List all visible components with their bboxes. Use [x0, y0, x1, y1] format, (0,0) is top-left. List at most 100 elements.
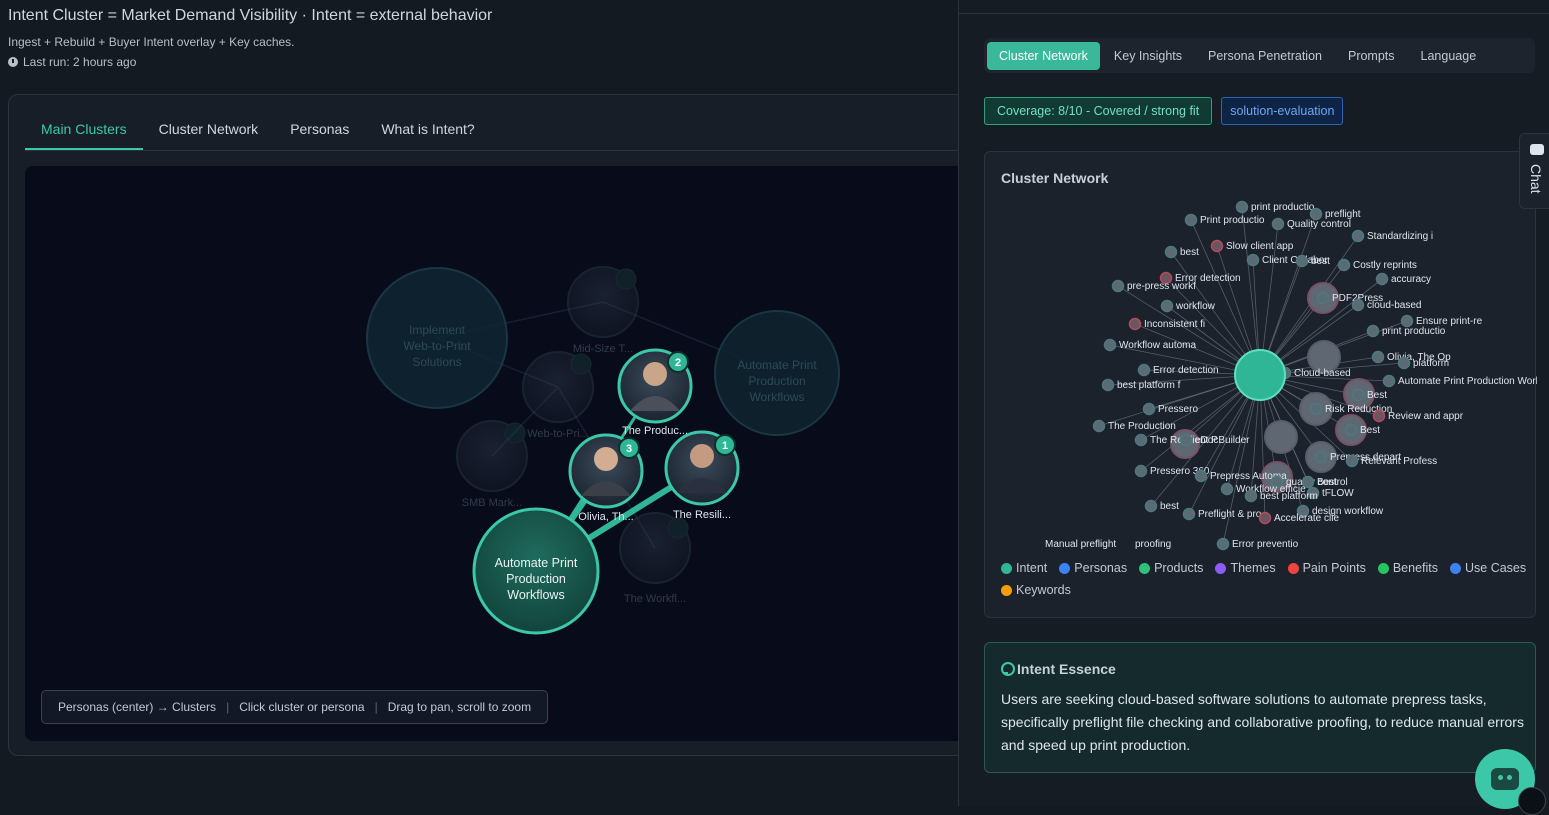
panel-tab-prompts[interactable]: Prompts: [1336, 42, 1407, 70]
network-node[interactable]: [1371, 350, 1385, 364]
network-node[interactable]: [1344, 423, 1358, 437]
legend-dot: [1377, 562, 1389, 574]
network-node[interactable]: [1160, 299, 1174, 313]
network-node[interactable]: [1111, 279, 1125, 293]
network-node[interactable]: [1400, 314, 1414, 328]
network-node-label: proofing: [1135, 539, 1171, 550]
network-node[interactable]: [1372, 409, 1386, 423]
network-node[interactable]: [1184, 213, 1198, 227]
panel-tab-language[interactable]: Language: [1409, 42, 1489, 70]
network-node[interactable]: [1134, 464, 1148, 478]
cluster-visualization[interactable]: Implement Web-to-Print Solutions Automat…: [25, 166, 975, 741]
network-node-label: best platform: [1260, 491, 1318, 502]
legend-item: Benefits: [1377, 561, 1438, 575]
legend-item: Products: [1139, 561, 1203, 575]
network-node-label: best: [1160, 501, 1179, 512]
network-node[interactable]: [1220, 482, 1234, 496]
network-node[interactable]: [1244, 489, 1258, 503]
network-node[interactable]: [1210, 239, 1224, 253]
intent-center-node[interactable]: [1234, 349, 1286, 401]
legend-dot: [1215, 562, 1227, 574]
panel-tabs: Cluster Network Key Insights Persona Pen…: [984, 38, 1535, 73]
svg-text:Production: Production: [748, 374, 805, 388]
page-header: Intent Cluster = Market Demand Visibilit…: [8, 7, 492, 69]
network-node[interactable]: [1092, 419, 1106, 433]
svg-text:Production: Production: [506, 572, 566, 586]
network-node[interactable]: [1182, 507, 1196, 521]
persona-node[interactable]: 2: [617, 348, 693, 424]
svg-text:Web-to-Print: Web-to-Print: [403, 339, 471, 353]
robot-icon: [1491, 768, 1519, 790]
clock-icon: [8, 57, 18, 67]
network-node[interactable]: [1235, 200, 1249, 214]
network-node[interactable]: [1179, 433, 1193, 447]
network-node[interactable]: [1366, 324, 1380, 338]
faded-persona-label: Web-to-Pri...: [527, 428, 589, 440]
network-node[interactable]: [1142, 402, 1156, 416]
legend-item: Personas: [1059, 561, 1127, 575]
faded-cluster[interactable]: Implement Web-to-Print Solutions: [366, 267, 508, 409]
network-node[interactable]: [1144, 499, 1158, 513]
legend-dot: [1001, 584, 1012, 596]
panel-tab-cluster-network[interactable]: Cluster Network: [987, 41, 1100, 70]
network-node[interactable]: [1216, 537, 1230, 551]
network-node-label: print productio: [1382, 326, 1446, 337]
faded-cluster[interactable]: Automate Print Production Workflows: [714, 310, 840, 436]
panel-tab-persona-penetration[interactable]: Persona Penetration: [1196, 42, 1334, 70]
tab-cluster-network[interactable]: Cluster Network: [143, 111, 275, 150]
network-node[interactable]: [1295, 254, 1309, 268]
network-node-label: platform: [1413, 358, 1449, 369]
network-card: Cluster Network print productio preflight…: [984, 151, 1537, 618]
network-node[interactable]: [1382, 374, 1396, 388]
network-node[interactable]: [1128, 317, 1142, 331]
network-graph[interactable]: print productiopreflightPrint productio Q…: [985, 152, 1537, 552]
network-node-label: Best: [1367, 390, 1387, 401]
legend-item: Pain Points: [1287, 561, 1366, 575]
network-node[interactable]: [1134, 433, 1148, 447]
legend-label: Use Cases: [1465, 561, 1527, 575]
legend-label: Benefits: [1392, 561, 1438, 575]
network-node-label: cloud-based: [1367, 300, 1421, 311]
menu-icon[interactable]: [1518, 787, 1546, 815]
network-node[interactable]: [1103, 338, 1117, 352]
network-node[interactable]: [1164, 245, 1178, 259]
network-node[interactable]: [1258, 511, 1272, 525]
detail-panel: Cluster Network Key Insights Persona Pen…: [958, 0, 1549, 806]
tab-main-clusters[interactable]: Main Clusters: [25, 111, 143, 150]
network-node[interactable]: [1101, 378, 1115, 392]
network-node[interactable]: [1316, 291, 1330, 305]
tab-personas[interactable]: Personas: [274, 111, 365, 150]
active-cluster[interactable]: Automate Print Production Workflows: [472, 507, 600, 635]
panel-tab-key-insights[interactable]: Key Insights: [1102, 42, 1194, 70]
network-node[interactable]: [1309, 402, 1323, 416]
cluster-graph[interactable]: Implement Web-to-Print Solutions Automat…: [25, 166, 975, 741]
network-node[interactable]: [1351, 229, 1365, 243]
network-node[interactable]: [1194, 469, 1208, 483]
network-node-label: Review and appr: [1388, 411, 1464, 422]
tab-what-is-intent[interactable]: What is Intent?: [365, 111, 490, 150]
network-node-label: Preflight & pro: [1198, 509, 1262, 520]
network-node[interactable]: [1314, 450, 1328, 464]
network-node[interactable]: [1271, 217, 1285, 231]
network-node[interactable]: [1351, 298, 1365, 312]
chat-tab[interactable]: Chat: [1519, 133, 1549, 209]
svg-text:Workflows: Workflows: [507, 588, 564, 602]
network-node[interactable]: [1337, 258, 1351, 272]
main-tabs: Main Clusters Cluster Network Personas W…: [25, 111, 975, 151]
chat-bubble-icon: [1530, 144, 1544, 155]
network-node-label: Standardizing i: [1367, 231, 1433, 242]
persona-node[interactable]: 1: [664, 430, 740, 506]
network-node[interactable]: [1246, 253, 1260, 267]
network-node[interactable]: [1137, 363, 1151, 377]
network-node-label: best platform f: [1117, 380, 1181, 391]
network-node[interactable]: [1309, 207, 1323, 221]
persona-node[interactable]: 3: [568, 433, 644, 509]
network-node[interactable]: [1375, 272, 1389, 286]
legend-dot: [1001, 562, 1012, 574]
network-node[interactable]: [1351, 388, 1365, 402]
intent-essence-text: Users are seeking cloud-based software s…: [1001, 691, 1524, 753]
network-node[interactable]: [1345, 454, 1359, 468]
network-node[interactable]: [1264, 420, 1298, 454]
network-node[interactable]: [1397, 356, 1411, 370]
legend-dot: [1059, 562, 1071, 574]
